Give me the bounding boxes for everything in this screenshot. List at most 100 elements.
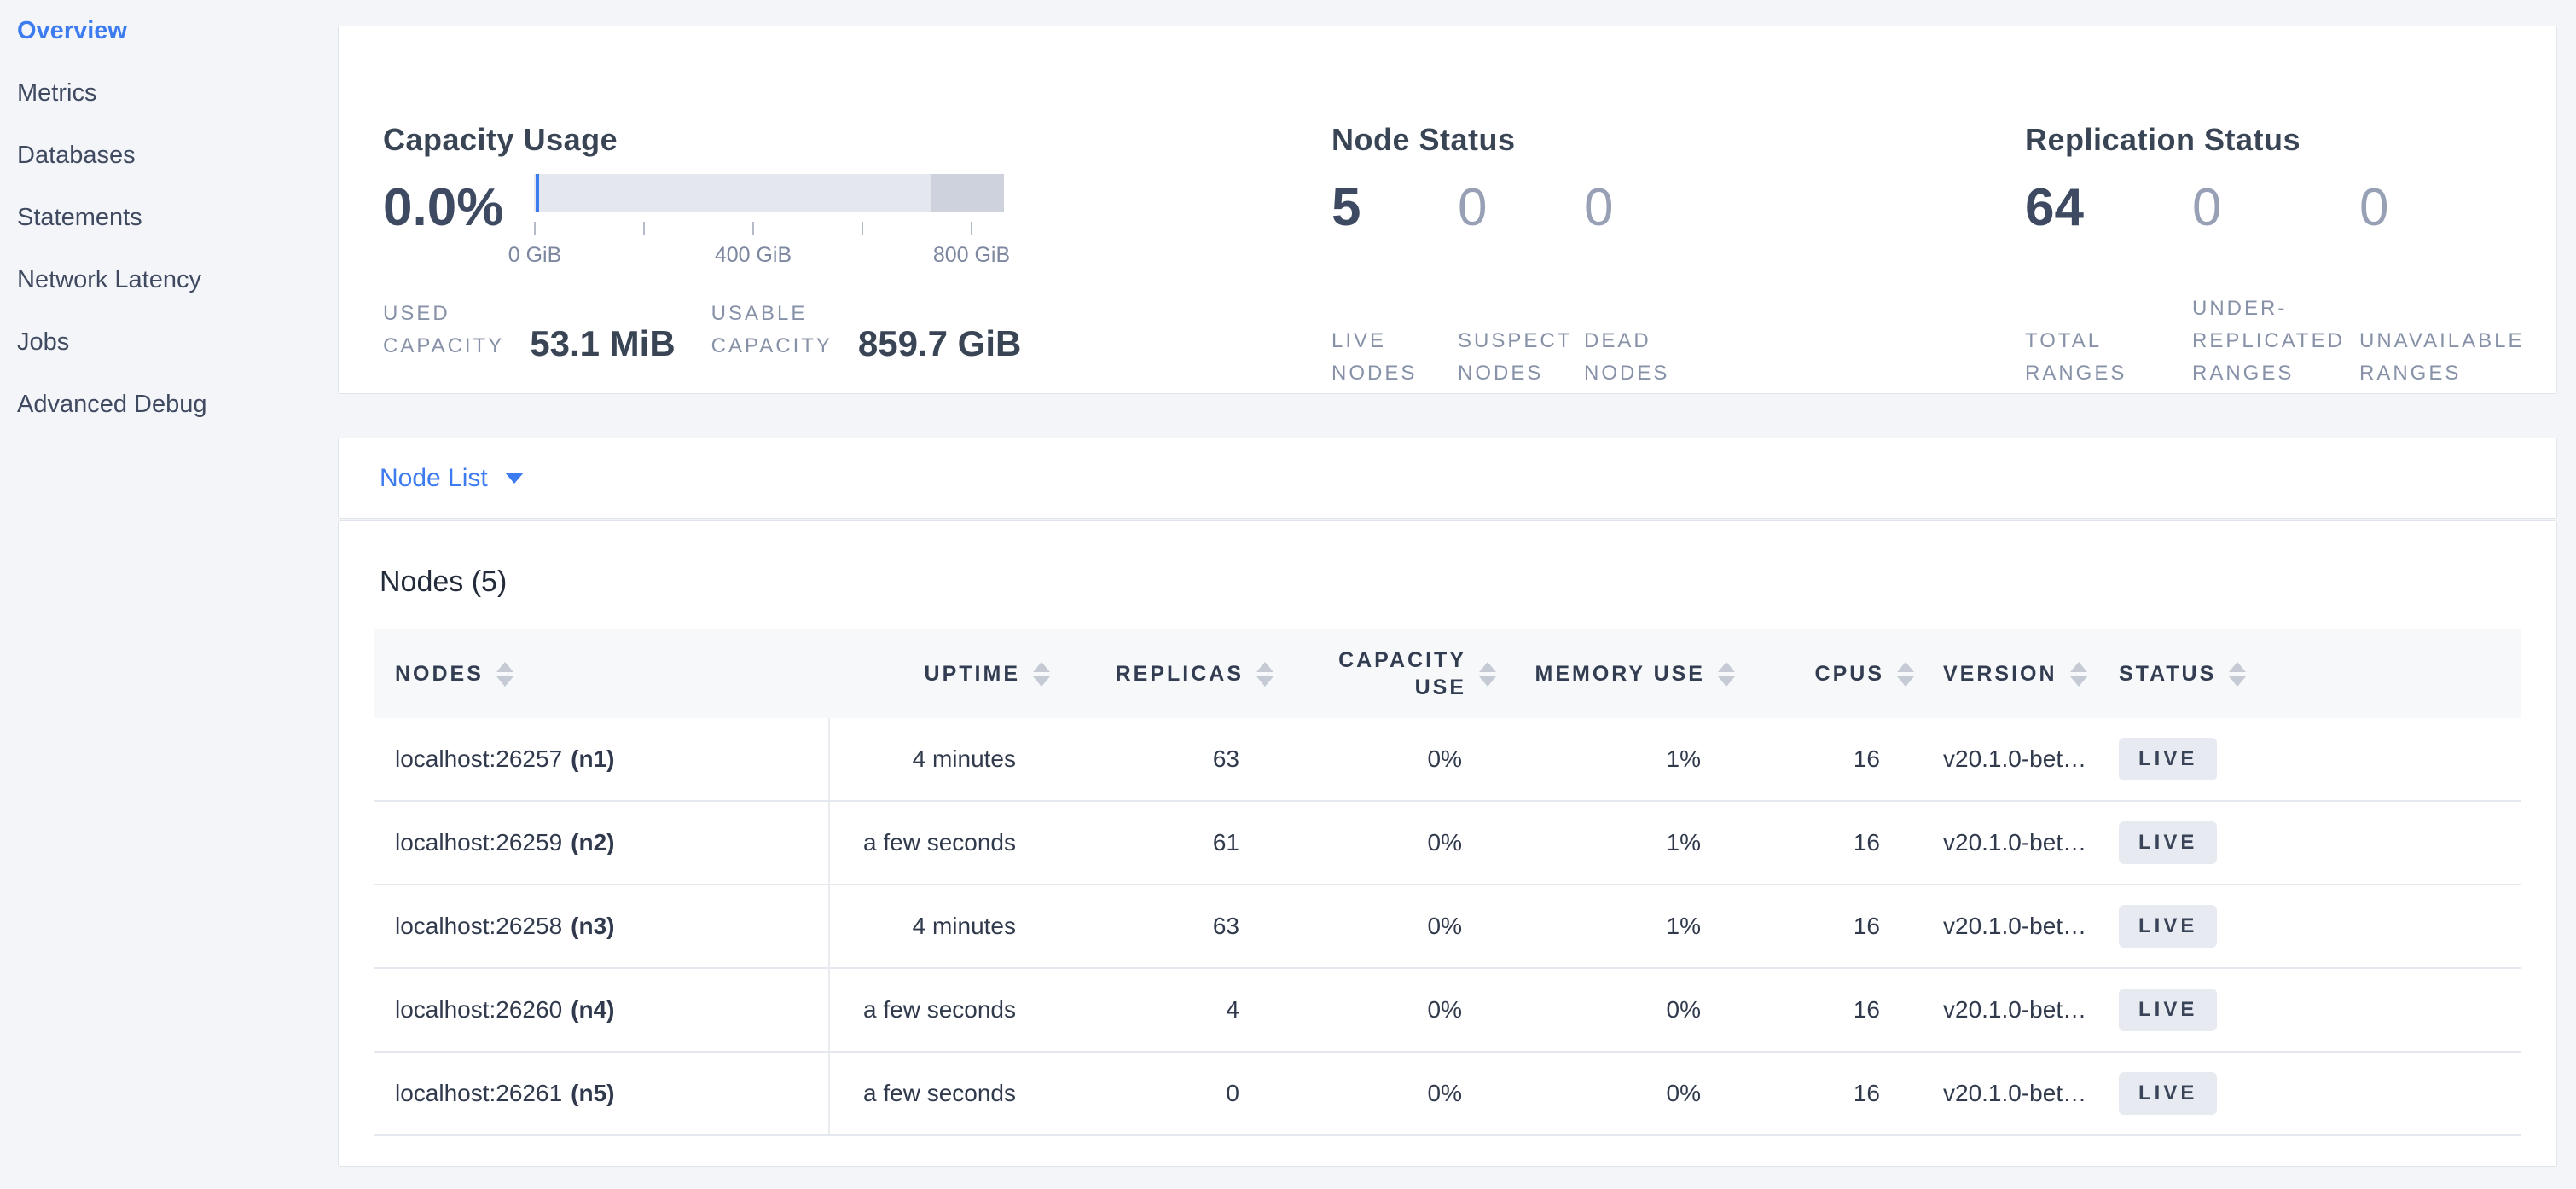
total-ranges-label: TOTALRANGES — [2025, 325, 2192, 390]
sort-icon[interactable] — [2070, 662, 2087, 687]
sort-icon[interactable] — [496, 662, 513, 687]
capacity-use-cell: 0% — [1273, 802, 1496, 884]
status-badge: LIVE — [2119, 821, 2217, 864]
cpus-cell: 16 — [1735, 718, 1914, 800]
uptime-cell: a few seconds — [830, 969, 1050, 1051]
usable-capacity-label-line2: CAPACITY — [711, 330, 833, 362]
version-cell: v20.1.0-bet… — [1914, 885, 2119, 967]
node-name-cell[interactable]: localhost:26259 (n2) — [374, 802, 830, 884]
table-row: localhost:26261 (n5) a few seconds 0 0% … — [374, 1053, 2521, 1136]
unavailable-ranges-label: UNAVAILABLERANGES — [2359, 325, 2525, 390]
table-row: localhost:26259 (n2) a few seconds 61 0%… — [374, 802, 2521, 885]
column-header-capacity-use[interactable]: CAPACITY USE — [1273, 629, 1496, 718]
status-badge: LIVE — [2119, 738, 2217, 780]
sort-icon[interactable] — [1897, 662, 1914, 687]
node-id: (n1) — [571, 745, 614, 773]
node-address: localhost:26260 — [395, 996, 562, 1024]
column-header-version[interactable]: VERSION — [1914, 629, 2119, 718]
dead-nodes-label: DEADNODES — [1584, 325, 1710, 390]
replicas-cell: 4 — [1050, 969, 1273, 1051]
used-capacity-label-line1: USED — [383, 298, 504, 330]
sidebar-item-overview[interactable]: Overview — [17, 0, 333, 62]
node-name-cell[interactable]: localhost:26257 (n1) — [374, 718, 830, 800]
capacity-usage-section: Capacity Usage 0.0% 0 GiB 400 GiB 800 Gi… — [383, 26, 1338, 393]
capacity-bar-track — [534, 174, 1004, 212]
nodes-table: NODES UPTIME REPLICAS CAPACITY USE MEMOR… — [374, 629, 2521, 1136]
sidebar-item-databases[interactable]: Databases — [17, 125, 333, 187]
capacity-axis: 0 GiB 400 GiB 800 GiB — [534, 212, 1004, 272]
node-list-bar: Node List — [338, 438, 2557, 519]
sort-icon[interactable] — [1256, 662, 1273, 687]
version-cell: v20.1.0-bet… — [1914, 1053, 2119, 1134]
memory-use-cell: 0% — [1496, 1053, 1735, 1134]
live-nodes-count: 5 — [1332, 182, 1458, 235]
cpus-cell: 16 — [1735, 1053, 1914, 1134]
version-cell: v20.1.0-bet… — [1914, 802, 2119, 884]
sidebar-item-advanced-debug[interactable]: Advanced Debug — [17, 374, 333, 436]
dead-nodes-count: 0 — [1584, 182, 1710, 235]
node-id: (n2) — [571, 829, 614, 856]
memory-use-cell: 0% — [1496, 969, 1735, 1051]
status-badge: LIVE — [2119, 905, 2217, 948]
column-header-nodes[interactable]: NODES — [374, 629, 830, 718]
column-header-replicas[interactable]: REPLICAS — [1050, 629, 1273, 718]
live-nodes-label: LIVENODES — [1332, 325, 1458, 390]
sidebar-item-metrics[interactable]: Metrics — [17, 62, 333, 125]
status-cell: LIVE — [2119, 969, 2521, 1051]
under-replicated-ranges-count: 0 — [2192, 182, 2359, 235]
node-address: localhost:26259 — [395, 829, 562, 856]
node-address: localhost:26258 — [395, 913, 562, 940]
sidebar-item-network-latency[interactable]: Network Latency — [17, 249, 333, 311]
sort-icon[interactable] — [1718, 662, 1735, 687]
memory-use-cell: 1% — [1496, 885, 1735, 967]
table-row: localhost:26258 (n3) 4 minutes 63 0% 1% … — [374, 885, 2521, 969]
replication-status-section: Replication Status 64 0 0 TOTALRANGES UN… — [2025, 26, 2537, 393]
capacity-use-cell: 0% — [1273, 885, 1496, 967]
status-cell: LIVE — [2119, 718, 2521, 800]
nodes-card: Nodes (5) NODES UPTIME REPLICAS CAPACITY… — [338, 520, 2557, 1167]
replication-status-title: Replication Status — [2025, 122, 2300, 158]
node-id: (n3) — [571, 913, 614, 940]
sort-icon[interactable] — [1033, 662, 1050, 687]
column-header-memory-use[interactable]: MEMORY USE — [1496, 629, 1735, 718]
sort-icon[interactable] — [1479, 662, 1496, 687]
used-capacity-stat: USED CAPACITY 53.1 MiB — [383, 298, 676, 362]
replicas-cell: 63 — [1050, 885, 1273, 967]
column-header-status[interactable]: STATUS — [2119, 629, 2521, 718]
replicas-cell: 63 — [1050, 718, 1273, 800]
version-cell: v20.1.0-bet… — [1914, 969, 2119, 1051]
axis-label-0gib: 0 GiB — [484, 243, 586, 268]
used-capacity-label-line2: CAPACITY — [383, 330, 504, 362]
used-capacity-value: 53.1 MiB — [530, 325, 675, 362]
node-name-cell[interactable]: localhost:26261 (n5) — [374, 1053, 830, 1134]
status-cell: LIVE — [2119, 802, 2521, 884]
under-replicated-ranges-label: UNDER-REPLICATEDRANGES — [2192, 293, 2359, 390]
status-cell: LIVE — [2119, 885, 2521, 967]
unavailable-ranges-count: 0 — [2359, 182, 2388, 235]
uptime-cell: a few seconds — [830, 802, 1050, 884]
table-row: localhost:26260 (n4) a few seconds 4 0% … — [374, 969, 2521, 1053]
node-name-cell[interactable]: localhost:26260 (n4) — [374, 969, 830, 1051]
node-list-dropdown-label: Node List — [380, 464, 488, 493]
node-list-dropdown[interactable]: Node List — [380, 464, 524, 493]
sidebar: Overview Metrics Databases Statements Ne… — [0, 0, 333, 1189]
sort-icon[interactable] — [2229, 662, 2246, 687]
sidebar-item-jobs[interactable]: Jobs — [17, 311, 333, 374]
sidebar-item-statements[interactable]: Statements — [17, 187, 333, 249]
column-header-uptime[interactable]: UPTIME — [830, 629, 1050, 718]
chevron-down-icon — [505, 473, 524, 484]
uptime-cell: a few seconds — [830, 1053, 1050, 1134]
table-row: localhost:26257 (n1) 4 minutes 63 0% 1% … — [374, 718, 2521, 802]
node-name-cell[interactable]: localhost:26258 (n3) — [374, 885, 830, 967]
cluster-summary-card: Capacity Usage 0.0% 0 GiB 400 GiB 800 Gi… — [338, 26, 2557, 394]
cpus-cell: 16 — [1735, 969, 1914, 1051]
nodes-card-title: Nodes (5) — [380, 566, 507, 599]
capacity-usage-title: Capacity Usage — [383, 122, 618, 158]
node-status-section: Node Status 5 0 0 LIVENODES SUSPECTNODES… — [1332, 26, 1997, 393]
capacity-use-cell: 0% — [1273, 969, 1496, 1051]
version-cell: v20.1.0-bet… — [1914, 718, 2119, 800]
capacity-bar: 0 GiB 400 GiB 800 GiB — [534, 174, 1004, 272]
node-id: (n4) — [571, 996, 614, 1024]
column-header-cpus[interactable]: CPUS — [1735, 629, 1914, 718]
memory-use-cell: 1% — [1496, 718, 1735, 800]
